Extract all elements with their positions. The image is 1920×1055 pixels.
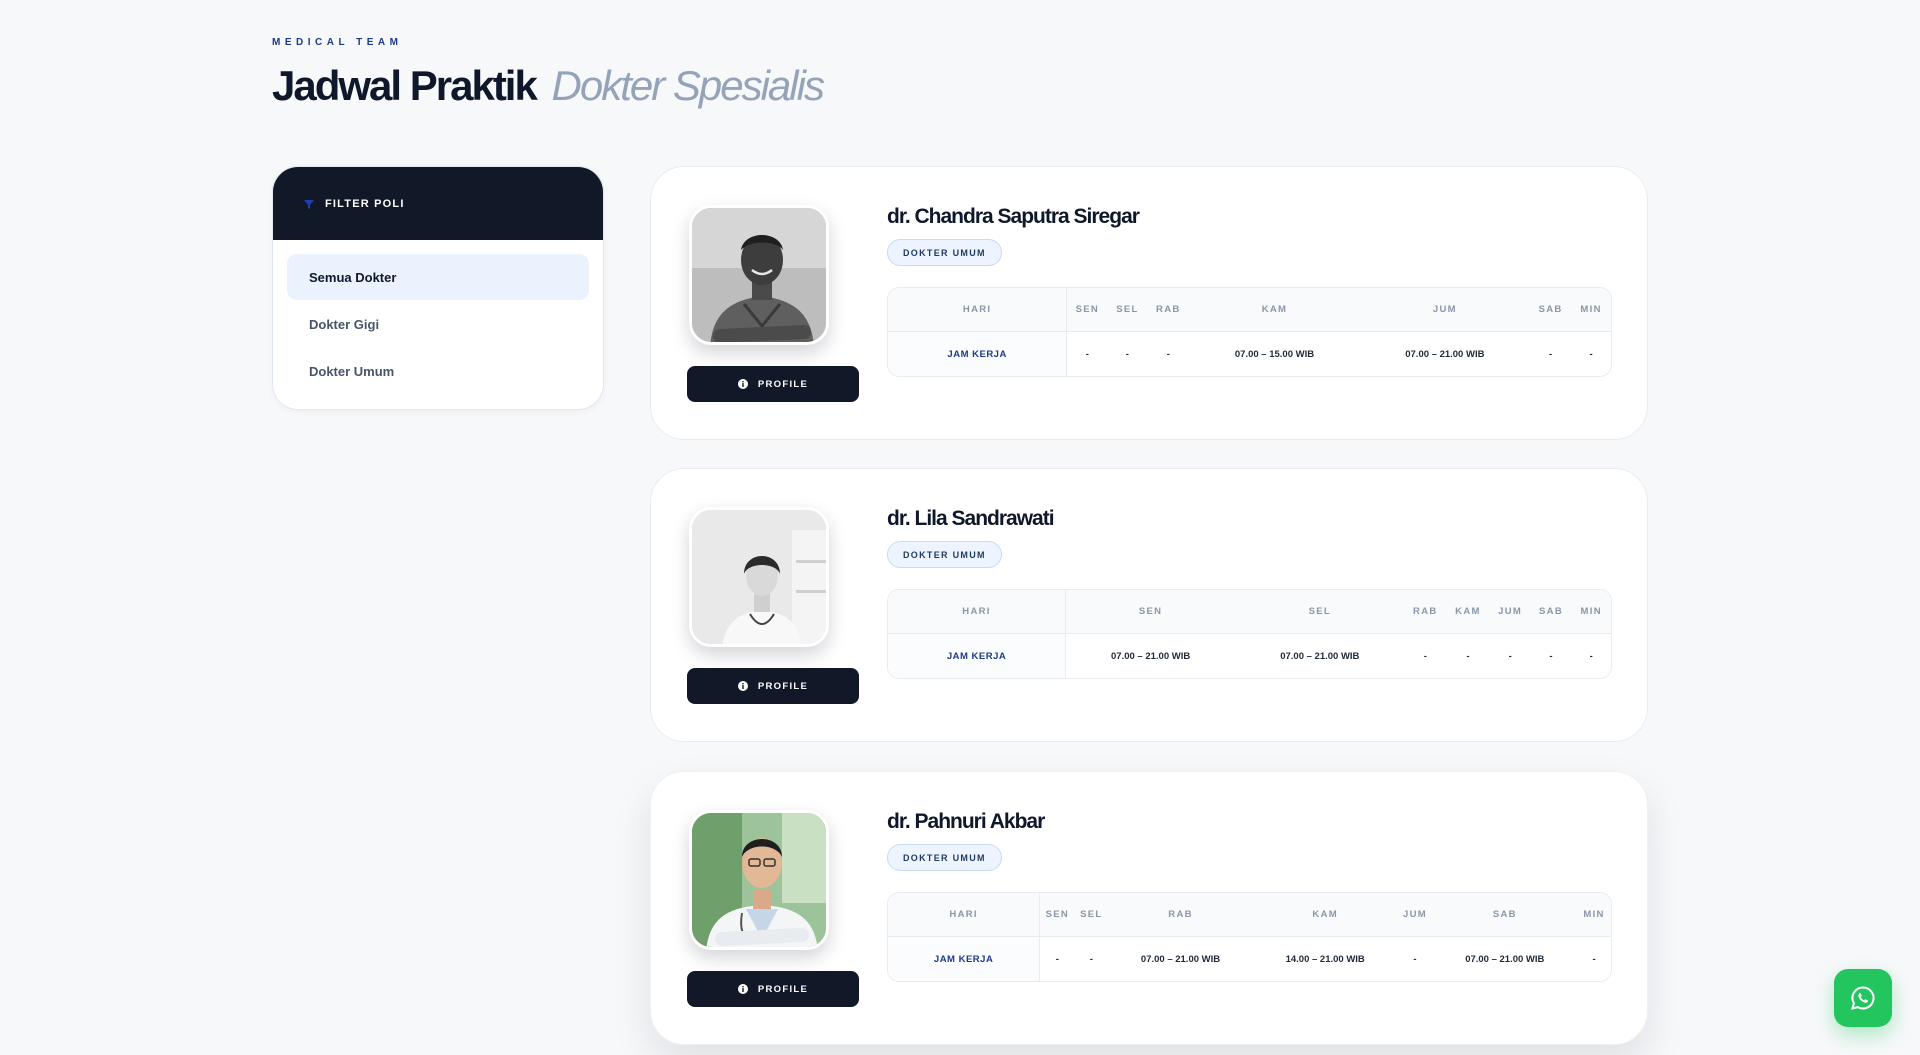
day-header: SEN: [1066, 590, 1236, 634]
schedule-row-label: JAM KERJA: [888, 634, 1067, 678]
schedule-header-row: HARI SEN SEL RAB KAM JUM SAB MIN: [888, 893, 1611, 937]
filter-item-label: Dokter Gigi: [309, 316, 380, 332]
schedule-hours-row: JAM KERJA - - - 07.00 – 15.00 WIB 07.00 …: [888, 332, 1611, 376]
day-header: MIN: [1571, 590, 1611, 634]
schedule-header-row: HARI SEN SEL RAB KAM JUM SAB MIN: [888, 590, 1611, 634]
hours-cell: 07.00 – 21.00 WIB: [1465, 953, 1545, 965]
profile-button-label: PROFILE: [757, 983, 809, 995]
hours-cell: -: [1589, 348, 1593, 360]
hours-cell: -: [1466, 650, 1470, 662]
hours-cell: -: [1085, 348, 1089, 360]
hours-cell: 07.00 – 21.00 WIB: [1140, 953, 1221, 965]
hours-cell: -: [1589, 650, 1593, 662]
doctor-name: dr. Chandra Saputra Siregar: [887, 205, 1140, 228]
hours-cell: 07.00 – 21.00 WIB: [1405, 348, 1485, 360]
day-header: JUM: [1397, 893, 1433, 937]
hours-cell: -: [1089, 953, 1093, 965]
whatsapp-icon: [1851, 986, 1875, 1010]
doctor-photo: [689, 507, 829, 647]
schedule-header-hari: HARI: [888, 288, 1068, 332]
eyebrow-label: MEDICAL TEAM: [272, 37, 403, 48]
profile-button[interactable]: PROFILE: [687, 366, 859, 402]
hours-cell: -: [1166, 348, 1170, 360]
schedule-row-label: JAM KERJA: [888, 332, 1068, 376]
sidebar-title: FILTER POLI: [325, 197, 405, 210]
day-header: SAB: [1432, 893, 1578, 937]
doctor-name: dr. Lila Sandrawati: [887, 507, 1055, 530]
filter-item-dokter-umum[interactable]: Dokter Umum: [287, 348, 589, 394]
profile-button[interactable]: PROFILE: [687, 668, 859, 704]
hours-cell: -: [1508, 650, 1512, 662]
day-header: RAB: [1108, 893, 1253, 937]
day-header: KAM: [1189, 288, 1360, 332]
hours-cell: 07.00 – 21.00 WIB: [1111, 650, 1191, 662]
day-header: SEN: [1067, 288, 1108, 332]
page-title-light: Dokter Spesialis: [551, 62, 825, 109]
day-header: SAB: [1530, 590, 1572, 634]
day-header: SAB: [1530, 288, 1572, 332]
day-header: RAB: [1404, 590, 1447, 634]
doctor-photo: [689, 810, 829, 950]
doctor-card: PROFILE dr. Lila Sandrawati DOKTER UMUM …: [650, 468, 1648, 742]
schedule-hours-row: JAM KERJA - - 07.00 – 21.00 WIB 14.00 – …: [888, 937, 1611, 981]
day-header: KAM: [1252, 893, 1398, 937]
schedule-header-row: HARI SEN SEL RAB KAM JUM SAB MIN: [888, 288, 1611, 332]
page-title-strong: Jadwal Praktik: [272, 62, 538, 109]
day-header: MIN: [1571, 288, 1611, 332]
hours-cell: -: [1413, 953, 1417, 965]
doctor-specialty-badge: DOKTER UMUM: [887, 844, 1002, 871]
day-header: SEN: [1040, 893, 1075, 937]
schedule-header-hari: HARI: [888, 893, 1041, 937]
info-icon: [737, 379, 748, 389]
filter-item-label: Dokter Umum: [309, 363, 395, 379]
doctor-name: dr. Pahnuri Akbar: [887, 810, 1045, 833]
day-header: RAB: [1147, 288, 1190, 332]
hours-cell: -: [1592, 953, 1596, 965]
info-icon: [737, 681, 748, 691]
filter-sidebar: FILTER POLI Semua Dokter Dokter Gigi Dok…: [272, 166, 604, 410]
day-header: JUM: [1359, 288, 1531, 332]
page-title: Jadwal Praktik Dokter Spesialis: [272, 62, 825, 109]
schedule-table: HARI SEN SEL RAB KAM JUM SAB MIN JAM KER…: [887, 892, 1612, 982]
schedule-hours-row: JAM KERJA 07.00 – 21.00 WIB 07.00 – 21.0…: [888, 634, 1611, 678]
filter-list: Semua Dokter Dokter Gigi Dokter Umum: [273, 240, 603, 409]
hours-cell: -: [1549, 650, 1553, 662]
hours-cell: -: [1125, 348, 1129, 360]
whatsapp-button[interactable]: [1834, 969, 1892, 1027]
info-icon: [737, 984, 748, 994]
day-header: JUM: [1489, 590, 1531, 634]
doctor-photo: [689, 205, 829, 345]
schedule-table: HARI SEN SEL RAB KAM JUM SAB MIN JAM KER…: [887, 589, 1612, 679]
doctor-card: PROFILE dr. Pahnuri Akbar DOKTER UMUM HA…: [650, 771, 1648, 1045]
doctor-specialty-badge: DOKTER UMUM: [887, 541, 1002, 568]
filter-item-semua-dokter[interactable]: Semua Dokter: [287, 254, 589, 300]
doctor-card: PROFILE dr. Chandra Saputra Siregar DOKT…: [650, 166, 1648, 440]
sidebar-header: FILTER POLI: [273, 167, 603, 240]
profile-button-label: PROFILE: [757, 680, 809, 692]
hours-cell: 07.00 – 21.00 WIB: [1280, 650, 1360, 662]
filter-icon: [304, 199, 314, 209]
hours-cell: 14.00 – 21.00 WIB: [1285, 953, 1365, 965]
hours-cell: -: [1423, 650, 1427, 662]
day-header: MIN: [1577, 893, 1611, 937]
day-header: SEL: [1235, 590, 1405, 634]
schedule-header-hari: HARI: [888, 590, 1067, 634]
profile-button-label: PROFILE: [757, 378, 809, 390]
day-header: SEL: [1074, 893, 1109, 937]
doctor-specialty-badge: DOKTER UMUM: [887, 239, 1002, 266]
filter-item-label: Semua Dokter: [309, 269, 397, 285]
day-header: KAM: [1446, 590, 1490, 634]
schedule-table: HARI SEN SEL RAB KAM JUM SAB MIN JAM KER…: [887, 287, 1612, 377]
page-header: MEDICAL TEAM Jadwal Praktik Dokter Spesi…: [272, 37, 825, 109]
hours-cell: -: [1055, 953, 1059, 965]
filter-item-dokter-gigi[interactable]: Dokter Gigi: [287, 301, 589, 347]
schedule-row-label: JAM KERJA: [888, 937, 1041, 981]
day-header: SEL: [1107, 288, 1148, 332]
hours-cell: -: [1549, 348, 1553, 360]
profile-button[interactable]: PROFILE: [687, 971, 859, 1007]
hours-cell: 07.00 – 15.00 WIB: [1234, 348, 1315, 360]
